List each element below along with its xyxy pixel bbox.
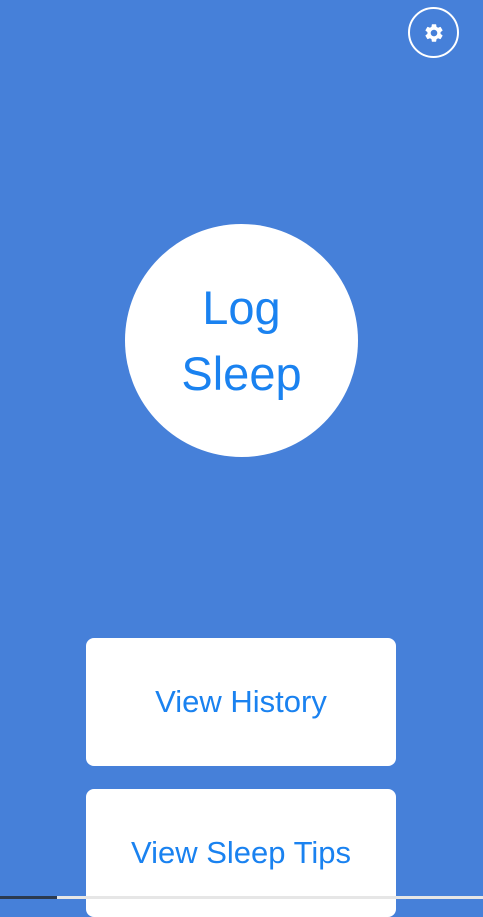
settings-button[interactable]	[408, 7, 459, 58]
view-history-label: View History	[155, 684, 327, 719]
view-sleep-tips-label: View Sleep Tips	[131, 835, 351, 870]
log-sleep-button[interactable]: Log Sleep	[125, 224, 358, 457]
app-screen: Log Sleep View History View Sleep Tips	[0, 0, 483, 917]
view-history-button[interactable]: View History	[86, 638, 396, 766]
log-sleep-label: Log Sleep	[181, 280, 302, 400]
gear-icon	[424, 23, 443, 42]
